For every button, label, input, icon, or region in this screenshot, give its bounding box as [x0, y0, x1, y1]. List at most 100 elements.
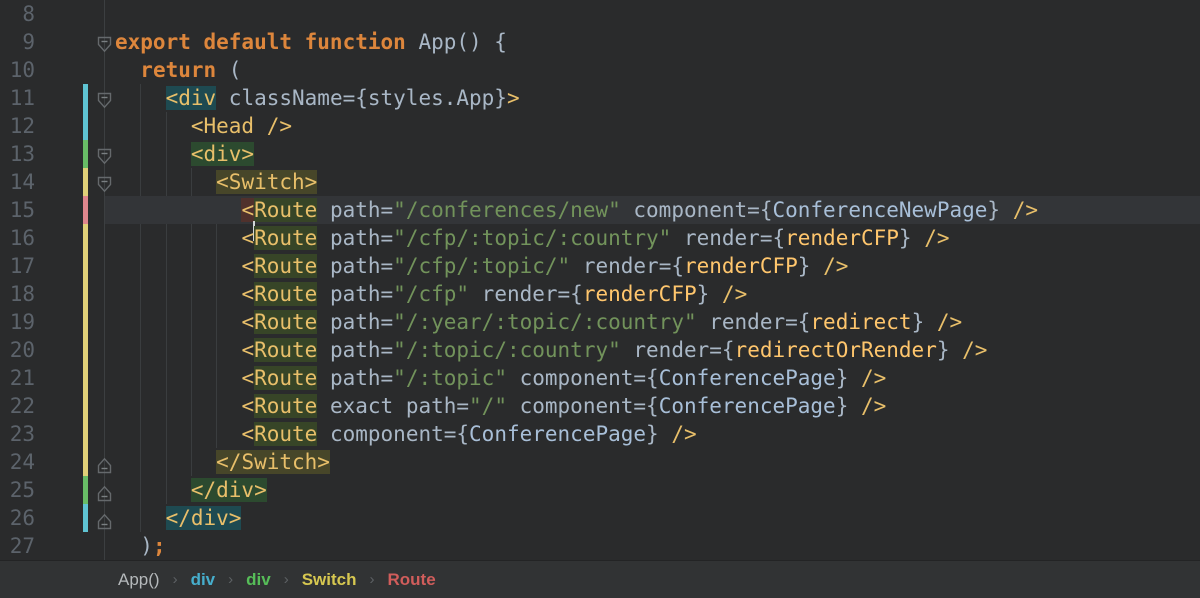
code-text: return (: [115, 56, 241, 84]
code-line[interactable]: 13 <div>: [0, 140, 1200, 168]
line-number[interactable]: 17: [0, 252, 35, 280]
line-number[interactable]: 25: [0, 476, 35, 504]
token: [115, 114, 191, 138]
line-number[interactable]: 16: [0, 224, 35, 252]
fold-region-start-icon[interactable]: [97, 89, 112, 107]
code-line[interactable]: 10 return (: [0, 56, 1200, 84]
code-line[interactable]: 16 <Route path="/cfp/:topic/:country" re…: [0, 224, 1200, 252]
line-number[interactable]: 9: [0, 28, 35, 56]
token: (: [216, 58, 241, 82]
token: "/cfp/:topic/:country": [393, 226, 671, 250]
token: <: [241, 366, 254, 390]
breadcrumb-bar: App()›div›div›Switch›Route: [0, 560, 1200, 598]
line-number[interactable]: 8: [0, 0, 35, 28]
line-number[interactable]: 19: [0, 308, 35, 336]
code-line[interactable]: 18 <Route path="/cfp" render={renderCFP}…: [0, 280, 1200, 308]
breadcrumb-separator-icon: ›: [228, 571, 233, 588]
code-line[interactable]: 11 <div className={styles.App}>: [0, 84, 1200, 112]
line-number[interactable]: 20: [0, 336, 35, 364]
vcs-change-marker: [83, 308, 88, 336]
token: "/": [469, 394, 507, 418]
token: />: [823, 254, 848, 278]
line-number[interactable]: 24: [0, 448, 35, 476]
code-line[interactable]: 14 <Switch>: [0, 168, 1200, 196]
line-number[interactable]: 15: [0, 196, 35, 224]
token: path=: [317, 310, 393, 334]
breadcrumb-item-app[interactable]: App(): [118, 570, 160, 590]
fold-region-end-icon[interactable]: [97, 481, 112, 499]
token: renderCFP: [583, 282, 697, 306]
code-line[interactable]: 27 );: [0, 532, 1200, 560]
token: <: [241, 394, 254, 418]
token: path=: [317, 226, 393, 250]
code-line[interactable]: 26 </div>: [0, 504, 1200, 532]
line-number[interactable]: 12: [0, 112, 35, 140]
code-line[interactable]: 22 <Route exact path="/" component={Conf…: [0, 392, 1200, 420]
fold-region-start-icon[interactable]: [97, 33, 112, 51]
token: [115, 422, 241, 446]
code-line[interactable]: 9 export default function App() {: [0, 28, 1200, 56]
code-line[interactable]: 24 </Switch>: [0, 448, 1200, 476]
vcs-change-marker: [83, 168, 88, 196]
token: [115, 366, 241, 390]
token: <: [241, 254, 254, 278]
token: [115, 142, 191, 166]
code-text: <Route path="/:year/:topic/:country" ren…: [115, 308, 962, 336]
vcs-change-marker: [83, 196, 88, 224]
code-line[interactable]: 17 <Route path="/cfp/:topic/" render={re…: [0, 252, 1200, 280]
token: <: [241, 338, 254, 362]
token: <Head />: [191, 114, 292, 138]
fold-region-end-icon[interactable]: [97, 453, 112, 471]
token: <: [241, 226, 254, 250]
breadcrumb-item-route[interactable]: Route: [388, 570, 436, 590]
token: path=: [317, 366, 393, 390]
token: render={: [570, 254, 684, 278]
highlighted-token: </Switch>: [216, 450, 330, 474]
line-number[interactable]: 18: [0, 280, 35, 308]
line-number[interactable]: 26: [0, 504, 35, 532]
code-text: </div>: [115, 504, 241, 532]
line-number[interactable]: 11: [0, 84, 35, 112]
code-text: export default function App() {: [115, 28, 507, 56]
line-number[interactable]: 21: [0, 364, 35, 392]
token: />: [671, 422, 696, 446]
token: render={: [697, 310, 811, 334]
token: }: [836, 394, 861, 418]
line-number[interactable]: 10: [0, 56, 35, 84]
breadcrumb-item-div[interactable]: div: [246, 570, 271, 590]
code-text: <Route path="/cfp" render={renderCFP} />: [115, 280, 747, 308]
token: />: [1013, 198, 1038, 222]
code-line[interactable]: 12 <Head />: [0, 112, 1200, 140]
code-text: <Route path="/conferences/new" component…: [115, 196, 1038, 224]
token: [115, 478, 191, 502]
token: "/cfp/:topic/": [393, 254, 570, 278]
line-number[interactable]: 22: [0, 392, 35, 420]
code-editor[interactable]: 89export default function App() {10 retu…: [0, 0, 1200, 560]
code-line[interactable]: 20 <Route path="/:topic/:country" render…: [0, 336, 1200, 364]
code-text: <Route path="/:topic/:country" render={r…: [115, 336, 987, 364]
vcs-change-marker: [83, 448, 88, 476]
code-line[interactable]: 19 <Route path="/:year/:topic/:country" …: [0, 308, 1200, 336]
code-line-current[interactable]: 15 <Route path="/conferences/new" compon…: [0, 196, 1200, 224]
code-line[interactable]: 25 </div>: [0, 476, 1200, 504]
token: className={styles.App}: [216, 86, 507, 110]
line-number[interactable]: 14: [0, 168, 35, 196]
fold-region-end-icon[interactable]: [97, 509, 112, 527]
vcs-change-marker: [83, 364, 88, 392]
line-number[interactable]: 13: [0, 140, 35, 168]
code-line[interactable]: 21 <Route path="/:topic" component={Conf…: [0, 364, 1200, 392]
code-line[interactable]: 23 <Route component={ConferencePage} />: [0, 420, 1200, 448]
vcs-change-marker: [83, 476, 88, 504]
line-number[interactable]: 23: [0, 420, 35, 448]
fold-region-start-icon[interactable]: [97, 173, 112, 191]
highlighted-token: Route: [254, 254, 317, 278]
code-line[interactable]: 8: [0, 0, 1200, 28]
fold-region-start-icon[interactable]: [97, 145, 112, 163]
breadcrumb-item-switch[interactable]: Switch: [302, 570, 357, 590]
token: />: [722, 282, 747, 306]
line-number[interactable]: 27: [0, 532, 35, 560]
token: <: [241, 422, 254, 446]
breadcrumb-item-div[interactable]: div: [191, 570, 216, 590]
vcs-change-marker: [83, 140, 88, 168]
token: "/conferences/new": [393, 198, 621, 222]
